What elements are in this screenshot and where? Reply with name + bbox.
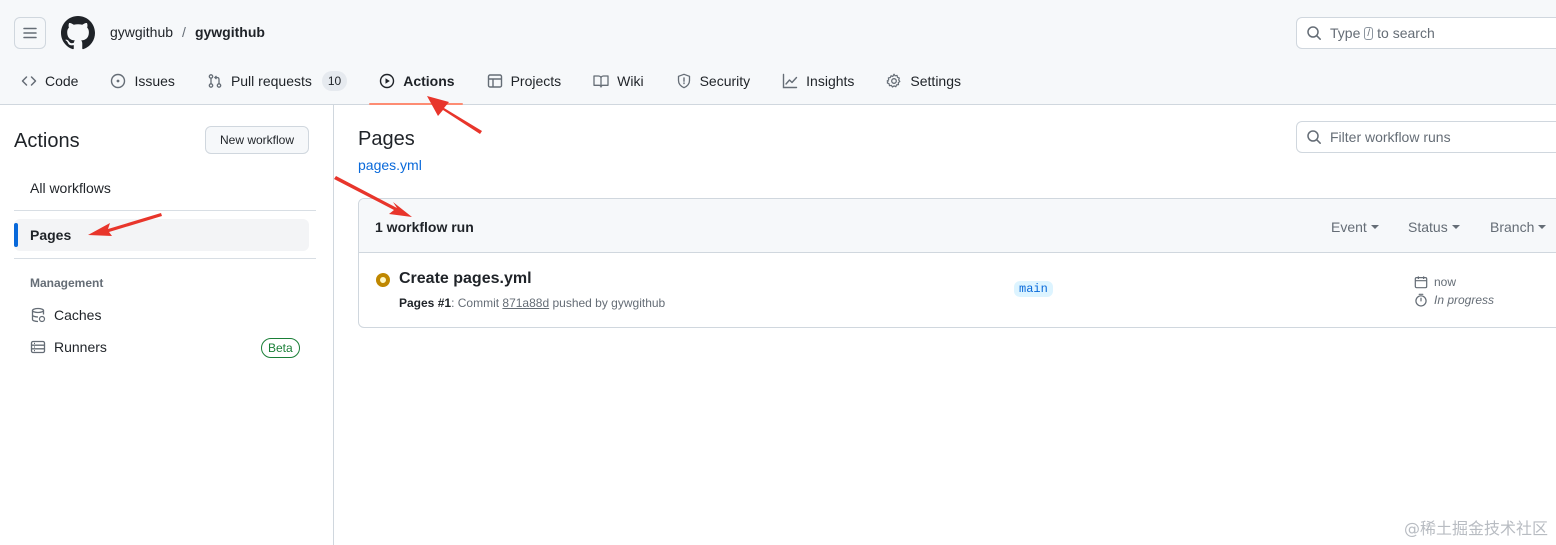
- filter-runs-input[interactable]: Filter workflow runs: [1296, 121, 1556, 153]
- tab-security[interactable]: Security: [655, 62, 762, 100]
- runs-header: 1 workflow run Event Status Branch: [359, 199, 1556, 253]
- tab-issues[interactable]: Issues: [89, 62, 185, 100]
- git-pull-request-icon: [208, 74, 222, 88]
- sidebar-item-label: Caches: [54, 307, 102, 323]
- stopwatch-icon: [1415, 293, 1427, 307]
- sidebar-item-label: Pages: [30, 227, 72, 243]
- tab-label: Security: [699, 73, 751, 89]
- dropdown-label: Status: [1408, 219, 1448, 235]
- run-time-text: now: [1434, 275, 1457, 289]
- tab-wiki[interactable]: Wiki: [572, 62, 654, 100]
- breadcrumb-repo[interactable]: gywgithub: [195, 24, 265, 40]
- global-search-input[interactable]: Type / to search: [1296, 17, 1556, 49]
- pull-request-counter: 10: [321, 71, 348, 91]
- tab-label: Wiki: [617, 73, 644, 89]
- code-icon: [21, 76, 37, 86]
- sidebar-item-all-workflows[interactable]: All workflows: [30, 180, 111, 196]
- tab-pull-requests[interactable]: Pull requests 10: [186, 62, 358, 100]
- dropdown-label: Branch: [1490, 219, 1535, 235]
- menu-button[interactable]: [14, 17, 46, 49]
- search-icon: [1307, 130, 1321, 144]
- status-filter-dropdown[interactable]: Status: [1408, 219, 1460, 235]
- repo-nav-tabs: Code Issues Pull requests 10 Actions Pro…: [0, 62, 972, 105]
- sidebar-title: Actions: [14, 130, 80, 152]
- tab-code[interactable]: Code: [0, 62, 89, 100]
- caret-down-icon: [1538, 225, 1547, 229]
- sidebar-divider: [14, 258, 316, 259]
- play-icon: [380, 73, 395, 89]
- calendar-icon: [1414, 276, 1428, 289]
- tab-label: Insights: [806, 73, 855, 89]
- graph-icon: [782, 73, 798, 89]
- gear-icon: [887, 73, 901, 88]
- caret-down-icon: [1370, 225, 1379, 229]
- breadcrumb: gywgithub / gywgithub: [110, 24, 265, 40]
- dropdown-label: Event: [1331, 219, 1367, 235]
- breadcrumb-owner[interactable]: gywgithub: [110, 24, 173, 40]
- workflow-file-link[interactable]: pages.yml: [358, 157, 422, 173]
- sidebar-divider: [14, 210, 316, 211]
- tab-label: Projects: [510, 73, 562, 89]
- actions-sidebar: Actions New workflow All workflows Pages…: [0, 105, 334, 545]
- sidebar-item-pages[interactable]: Pages: [14, 219, 309, 251]
- sidebar-item-caches[interactable]: Caches: [30, 307, 101, 323]
- run-meta: Pages #1: Commit 871a88d pushed by gywgi…: [399, 296, 665, 310]
- tab-insights[interactable]: Insights: [761, 62, 865, 100]
- tab-projects[interactable]: Projects: [466, 62, 573, 100]
- run-timing: now In progress: [1414, 275, 1494, 307]
- tab-label: Actions: [403, 73, 455, 89]
- runs-count: 1 workflow run: [375, 219, 474, 235]
- tab-label: Settings: [910, 73, 962, 89]
- github-logo-icon[interactable]: [61, 16, 95, 50]
- search-suffix: to search: [1377, 25, 1435, 41]
- tab-label: Issues: [134, 73, 175, 89]
- tab-label: Code: [45, 73, 79, 89]
- caret-down-icon: [1451, 225, 1460, 229]
- search-shortcut-key: /: [1364, 26, 1374, 40]
- search-prefix: Type: [1330, 25, 1361, 41]
- run-duration: In progress: [1414, 293, 1494, 307]
- workflow-runs-box: 1 workflow run Event Status Branch Creat…: [358, 198, 1556, 328]
- branch-label[interactable]: main: [1014, 281, 1053, 297]
- sidebar-item-runners[interactable]: Runners: [30, 339, 107, 355]
- shield-icon: [677, 73, 690, 89]
- new-workflow-button[interactable]: New workflow: [205, 126, 309, 154]
- app-header: gywgithub / gywgithub Type / to search C…: [0, 0, 1556, 105]
- page-title: Pages: [358, 128, 415, 150]
- run-commit-prefix: : Commit: [451, 296, 500, 310]
- search-icon: [1307, 26, 1321, 40]
- sidebar-item-label: Runners: [54, 339, 107, 355]
- filter-placeholder: Filter workflow runs: [1330, 129, 1451, 145]
- run-pushed-by: pushed by gywgithub: [552, 296, 666, 310]
- commit-sha-link[interactable]: 871a88d: [502, 296, 549, 310]
- watermark: @稀土掘金技术社区: [1403, 519, 1548, 538]
- beta-badge: Beta: [261, 338, 300, 358]
- run-title-link[interactable]: Create pages.yml: [399, 270, 532, 288]
- server-icon: [30, 340, 46, 354]
- table-icon: [487, 74, 502, 88]
- in-progress-status-icon: [376, 273, 390, 287]
- run-state-text: In progress: [1434, 293, 1495, 307]
- run-workflow-name: Pages: [399, 296, 435, 310]
- branch-filter-dropdown[interactable]: Branch: [1490, 219, 1547, 235]
- workflow-run-row[interactable]: Create pages.yml Pages #1: Commit 871a88…: [359, 254, 1556, 327]
- breadcrumb-separator: /: [182, 24, 186, 40]
- tab-actions[interactable]: Actions: [358, 62, 465, 105]
- management-heading: Management: [30, 276, 104, 290]
- event-filter-dropdown[interactable]: Event: [1331, 219, 1379, 235]
- book-icon: [593, 75, 609, 88]
- tab-label: Pull requests: [230, 73, 312, 89]
- issue-opened-icon: [111, 73, 126, 89]
- hamburger-icon: [23, 27, 37, 39]
- run-started: now: [1414, 275, 1494, 289]
- tab-settings[interactable]: Settings: [865, 62, 972, 100]
- active-indicator: [14, 223, 18, 247]
- run-number: #1: [437, 296, 452, 310]
- database-icon: [31, 307, 46, 323]
